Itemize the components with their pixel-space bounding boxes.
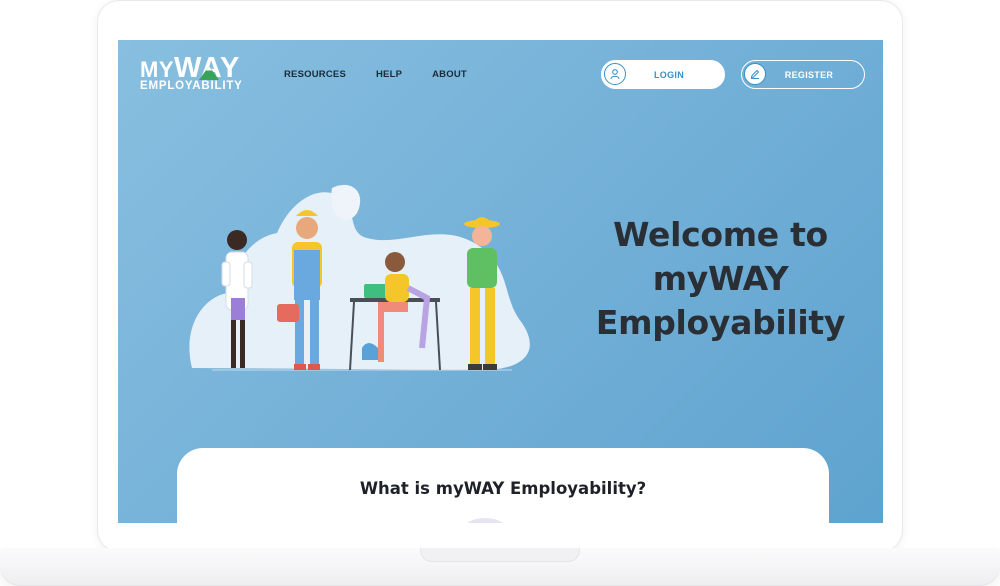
myway-logo[interactable]: MYWAY EMPLOYABILITY [140,52,250,94]
laptop-notch [420,548,580,562]
logo-subtitle: EMPLOYABILITY [140,80,243,92]
login-button[interactable]: LOGIN [601,60,725,89]
mountain-icon [199,66,219,80]
info-card-title: What is myWAY Employability? [359,479,647,498]
main-nav: RESOURCES HELP ABOUT [284,69,497,80]
laptop-screen: MYWAY EMPLOYABILITY RESOURCES HELP ABOUT… [118,40,883,523]
card-illustration-peek [467,518,503,523]
login-label: LOGIN [654,69,684,80]
register-label: REGISTER [784,69,834,80]
nav-resources[interactable]: RESOURCES [284,69,346,80]
hero-title-line3: Employability [595,303,846,342]
nav-about[interactable]: ABOUT [432,69,467,80]
hero-title: Welcome to myWAY Employability [578,213,863,345]
hero-title-line1: Welcome to [613,215,828,254]
info-card: What is myWAY Employability? [177,448,829,523]
register-button[interactable]: REGISTER [741,60,865,89]
logo-my-text: MY [140,57,174,82]
nav-help[interactable]: HELP [376,69,402,80]
workers-illustration [189,184,530,371]
hero-title-line2: myWAY [652,259,789,298]
